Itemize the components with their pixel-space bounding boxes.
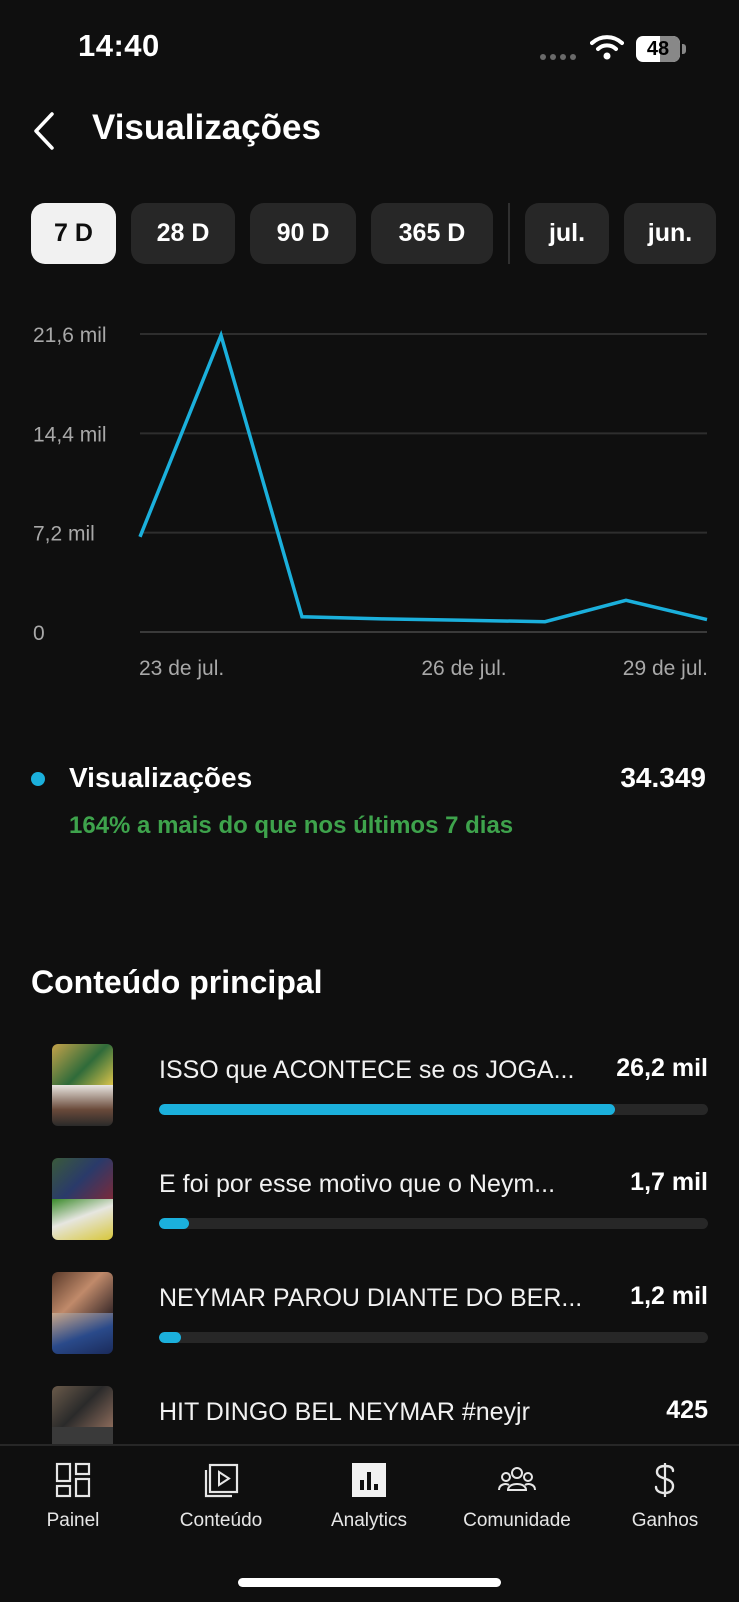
content-title: HIT DINGO BEL NEYMAR #neyjr: [159, 1398, 589, 1427]
top-content-list: ISSO que ACONTECE se os JOGA... 26,2 mil…: [0, 1040, 739, 1444]
status-time: 14:40: [78, 28, 160, 64]
content-views: 425: [666, 1396, 708, 1425]
y-tick-label: 7,2 mil: [33, 523, 95, 546]
content-title: ISSO que ACONTECE se os JOGA...: [159, 1056, 589, 1085]
views-bar: [159, 1218, 708, 1229]
content-item[interactable]: ISSO que ACONTECE se os JOGA... 26,2 mil: [0, 1040, 739, 1140]
status-bar: 14:40 48: [0, 0, 739, 96]
y-tick-label: 0: [33, 622, 45, 645]
cellular-signal-icon: [540, 54, 576, 60]
nav-label: Analytics: [299, 1510, 439, 1532]
video-thumbnail: [52, 1272, 113, 1354]
summary-label: Visualizações: [69, 762, 252, 794]
nav-comunidade[interactable]: Comunidade: [447, 1460, 587, 1532]
battery-tip: [682, 44, 686, 54]
content-title: NEYMAR PAROU DIANTE DO BER...: [159, 1284, 589, 1313]
header: Visualizações: [0, 100, 739, 164]
range-chip-7d[interactable]: 7 D: [31, 203, 116, 264]
date-range-selector: 7 D 28 D 90 D 365 D jul. jun.: [31, 203, 739, 264]
page-title: Visualizações: [92, 108, 321, 148]
nav-ganhos[interactable]: Ganhos: [595, 1460, 735, 1532]
analytics-icon: [349, 1460, 389, 1500]
range-chip-365d[interactable]: 365 D: [371, 203, 493, 264]
x-tick-label: 23 de jul.: [139, 657, 224, 680]
y-tick-label: 21,6 mil: [33, 324, 107, 347]
views-chart: 0 7,2 mil 14,4 mil 21,6 mil 23 de jul. 26 de …: [0, 300, 739, 710]
nav-label: Painel: [3, 1510, 143, 1532]
views-line-chart: 0 7,2 mil 14,4 mil 21,6 mil 23 de jul. 26 de …: [0, 300, 739, 710]
summary-value: 34.349: [620, 762, 706, 794]
y-tick-label: 14,4 mil: [33, 423, 107, 446]
views-series-line: [140, 335, 707, 621]
video-thumbnail: [52, 1386, 113, 1444]
x-tick-label: 29 de jul.: [623, 657, 708, 680]
nav-conteudo[interactable]: Conteúdo: [151, 1460, 291, 1532]
home-indicator: [238, 1578, 501, 1587]
back-arrow-icon[interactable]: [28, 108, 64, 154]
content-item[interactable]: E foi por esse motivo que o Neym... 1,7 …: [0, 1154, 739, 1254]
content-views: 26,2 mil: [616, 1054, 708, 1083]
content-icon: [201, 1460, 241, 1500]
legend-dot: [31, 772, 45, 786]
views-bar-fill: [159, 1332, 181, 1343]
views-bar-fill: [159, 1218, 189, 1229]
nav-analytics[interactable]: Analytics: [299, 1460, 439, 1532]
dashboard-icon: [53, 1460, 93, 1500]
battery-level: 48: [647, 38, 669, 61]
views-bar: [159, 1332, 708, 1343]
range-chip-90d[interactable]: 90 D: [250, 203, 356, 264]
nav-label: Ganhos: [595, 1510, 735, 1532]
content-views: 1,7 mil: [630, 1168, 708, 1197]
x-tick-label: 26 de jul.: [421, 657, 506, 680]
content-item[interactable]: HIT DINGO BEL NEYMAR #neyjr 425: [0, 1382, 739, 1444]
section-title: Conteúdo principal: [31, 964, 323, 1001]
community-icon: [497, 1460, 537, 1500]
nav-painel[interactable]: Painel: [3, 1460, 143, 1532]
battery-icon: 48: [636, 36, 680, 62]
range-chip-28d[interactable]: 28 D: [131, 203, 235, 264]
video-thumbnail: [52, 1044, 113, 1126]
views-bar-fill: [159, 1104, 615, 1115]
wifi-icon: [590, 34, 624, 60]
views-summary: Visualizações 34.349 164% a mais do que …: [0, 752, 739, 852]
chip-divider: [508, 203, 510, 264]
content-views: 1,2 mil: [630, 1282, 708, 1311]
nav-label: Comunidade: [447, 1510, 587, 1532]
nav-label: Conteúdo: [151, 1510, 291, 1532]
earnings-icon: [645, 1460, 685, 1500]
summary-comparison: 164% a mais do que nos últimos 7 dias: [69, 812, 513, 840]
video-thumbnail: [52, 1158, 113, 1240]
range-chip-jul[interactable]: jul.: [525, 203, 609, 264]
content-title: E foi por esse motivo que o Neym...: [159, 1170, 589, 1199]
content-item[interactable]: NEYMAR PAROU DIANTE DO BER... 1,2 mil: [0, 1268, 739, 1368]
range-chip-jun[interactable]: jun.: [624, 203, 716, 264]
views-bar: [159, 1104, 708, 1115]
